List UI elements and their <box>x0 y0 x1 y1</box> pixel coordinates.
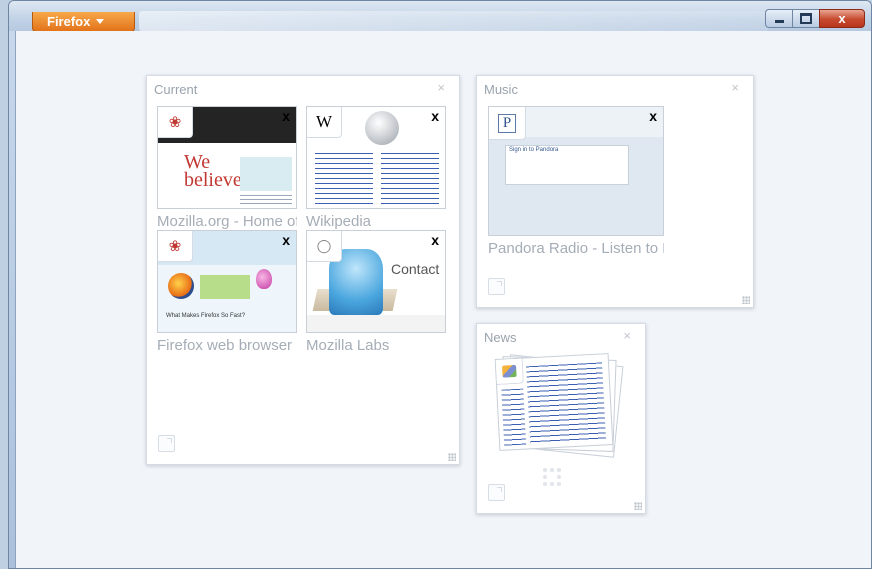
close-tab-icon[interactable]: x <box>431 232 439 248</box>
tab-group-news[interactable]: News × <box>476 323 646 514</box>
close-icon: x <box>838 11 846 26</box>
tab-title: Wikipedia <box>306 213 372 230</box>
minimize-icon <box>774 20 784 23</box>
group-title[interactable]: News <box>484 330 517 345</box>
new-tab-button[interactable] <box>158 435 175 452</box>
page-preview-lines <box>381 153 439 205</box>
close-tab-icon[interactable]: x <box>282 232 290 248</box>
resize-handle[interactable] <box>634 502 642 510</box>
page-preview-text: Contact <box>391 261 440 277</box>
tab-item[interactable]: ❀ x What Makes Firefox So Fast? Firefox … <box>157 230 297 354</box>
maximize-button[interactable] <box>792 9 819 28</box>
maximize-icon <box>800 13 812 24</box>
tab-thumbnail[interactable]: P x Sign in to Pandora <box>488 106 664 236</box>
close-tab-icon[interactable]: x <box>431 108 439 124</box>
tab-thumbnail[interactable]: ❀ x What Makes Firefox So Fast? <box>157 230 297 333</box>
labs-icon: ◯ <box>307 231 342 262</box>
mozilla-dino-icon: ❀ <box>158 107 193 138</box>
tab-thumbnail[interactable]: ◯ x Contact <box>306 230 446 333</box>
news-icon <box>495 358 524 385</box>
stacked-tabs[interactable] <box>494 352 625 458</box>
page-preview-lines <box>315 153 373 205</box>
resize-handle[interactable] <box>742 296 750 304</box>
tab-item[interactable]: ◯ x Contact Mozilla Labs <box>306 230 446 354</box>
close-tab-icon[interactable]: x <box>649 108 657 124</box>
tab-item[interactable]: ❀ x We believe Mozilla.org - Home of the… <box>157 106 297 230</box>
page-preview-lines <box>526 362 607 445</box>
group-close-button[interactable]: × <box>623 328 631 343</box>
tab-item[interactable]: P x Sign in to Pandora Pandora Radio - L… <box>488 106 664 257</box>
page-preview-box <box>200 275 250 299</box>
tab-groups-canvas[interactable]: Current × ❀ x We believe Mozilla.org - H… <box>15 31 871 568</box>
page-preview-footer <box>307 315 445 332</box>
new-tab-button[interactable] <box>488 484 505 501</box>
chevron-down-icon <box>96 19 105 24</box>
favicon-letter: P <box>497 113 517 133</box>
group-close-button[interactable]: × <box>437 80 445 95</box>
page-preview-text: What Makes Firefox So Fast? <box>166 313 246 319</box>
group-title[interactable]: Current <box>154 82 197 97</box>
tab-group-current[interactable]: Current × ❀ x We believe Mozilla.org - H… <box>146 75 460 465</box>
wikipedia-icon: W <box>307 107 342 138</box>
close-tab-icon[interactable]: x <box>282 108 290 124</box>
tab-item[interactable]: W x Wikipedia <box>306 106 446 230</box>
firefox-logo-image <box>168 273 194 299</box>
mozilla-dino-icon: ❀ <box>158 231 193 262</box>
expand-group-icon[interactable] <box>543 468 561 486</box>
title-bar: Firefox x <box>9 1 871 32</box>
page-preview-lines <box>240 195 292 207</box>
favicon-letter: W <box>315 112 333 131</box>
page-preview-text: Sign in to Pandora <box>509 147 559 153</box>
close-window-button[interactable]: x <box>819 9 865 28</box>
tab-thumbnail[interactable]: W x <box>306 106 446 209</box>
title-bar-fill <box>139 11 769 31</box>
window-controls: x <box>765 9 865 28</box>
tab-title: Pandora Radio - Listen to Free Internet … <box>488 240 664 257</box>
minimize-button[interactable] <box>765 9 792 28</box>
resize-handle[interactable] <box>448 453 456 461</box>
tab-title: Firefox web browser <box>157 337 293 354</box>
page-preview-box <box>240 157 292 191</box>
wikipedia-globe-image <box>365 111 399 145</box>
tab-title: Mozilla.org - Home of the Mozilla Projec… <box>157 213 297 230</box>
stacked-tab-card <box>494 353 614 451</box>
group-title[interactable]: Music <box>484 82 518 97</box>
group-close-button[interactable]: × <box>731 80 739 95</box>
tab-group-music[interactable]: Music × P x Sign in to Pandora Pandora R… <box>476 75 754 308</box>
firefox-menu-label: Firefox <box>47 14 91 29</box>
tab-title: Mozilla Labs <box>306 337 390 354</box>
new-tab-button[interactable] <box>488 278 505 295</box>
balloon-image <box>256 269 272 289</box>
browser-window: Firefox x Current × ❀ x We believe Mozil… <box>8 0 872 569</box>
page-preview-lines <box>501 388 527 446</box>
pandora-icon: P <box>489 107 526 140</box>
firefox-menu-button[interactable]: Firefox <box>32 12 135 32</box>
tab-thumbnail[interactable]: ❀ x We believe <box>157 106 297 209</box>
page-preview-text: We believe <box>158 143 242 208</box>
